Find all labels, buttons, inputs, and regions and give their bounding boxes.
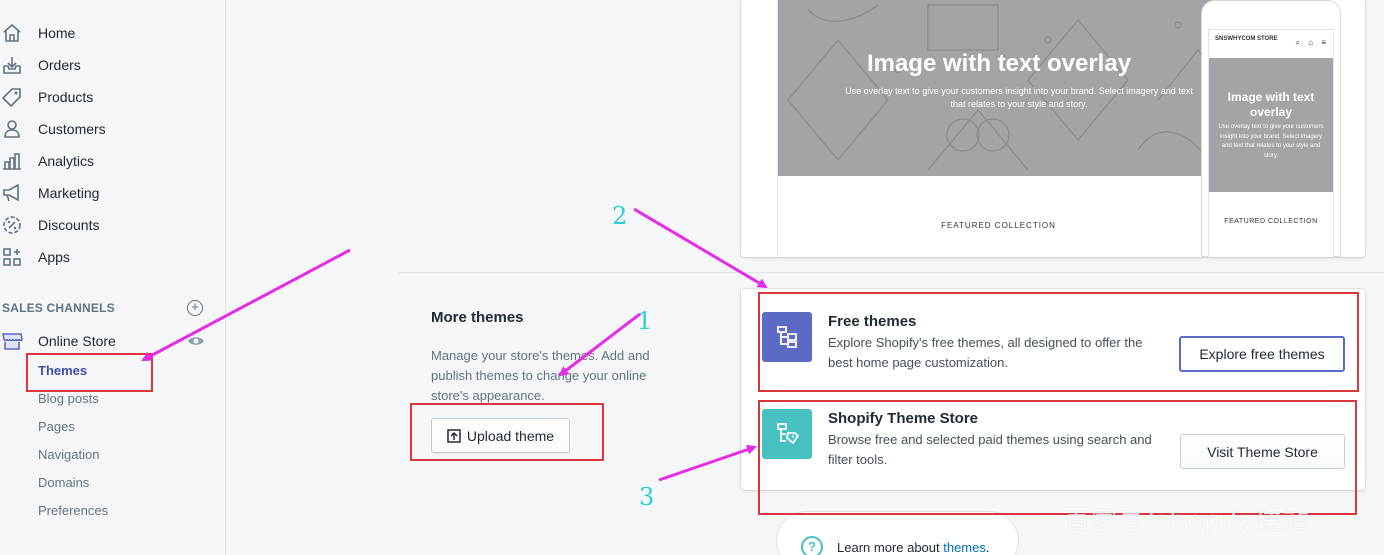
annotation-number-2: 2 (612, 202, 628, 230)
sidebar: Home Orders Products Customers Analytics… (0, 0, 226, 555)
tag-icon (0, 86, 24, 108)
highlight-box-free-themes (758, 292, 1359, 392)
desktop-preview: Image with text overlay Use overlay text… (777, 0, 1220, 257)
orders-icon (0, 54, 24, 76)
sidebar-item-label: Online Store (38, 333, 116, 349)
sidebar-item-customers[interactable]: Customers (0, 117, 220, 141)
home-icon (0, 22, 24, 44)
learn-more-prefix: Learn more about (837, 540, 944, 555)
highlight-box-themes (26, 353, 153, 392)
sidebar-item-apps[interactable]: Apps (0, 245, 220, 269)
hero-title: Image with text overlay (866, 50, 1132, 77)
featured-collection-heading: FEATURED COLLECTION (941, 221, 1056, 230)
sidebar-item-marketing[interactable]: Marketing (0, 181, 220, 205)
watermark: 百家号/shopify建站 (1064, 506, 1310, 536)
help-icon: ? (801, 536, 823, 555)
highlight-box-upload (410, 403, 604, 461)
mobile-hero-title: Image with text overlay (1227, 90, 1315, 119)
apps-icon (0, 246, 24, 268)
sidebar-item-products[interactable]: Products (0, 85, 220, 109)
sidebar-item-label: Apps (38, 249, 70, 265)
store-icon (0, 330, 24, 352)
sidebar-item-label: Home (38, 25, 76, 41)
hero-image: Image with text overlay Use overlay text… (778, 0, 1220, 176)
mobile-nav-icons: ⌕ ⌂ ≡ (1295, 38, 1329, 47)
annotation-number-1: 1 (637, 307, 653, 335)
sidebar-item-label: Analytics (38, 153, 95, 169)
sidebar-item-label: Marketing (38, 185, 100, 201)
more-themes-title: More themes (431, 309, 524, 326)
megaphone-icon (0, 182, 24, 204)
add-channel-icon[interactable]: + (187, 300, 203, 316)
learn-more-text: Learn more about themes. (837, 540, 990, 555)
learn-more-suffix: . (985, 540, 990, 555)
sidebar-item-discounts[interactable]: Discounts (0, 213, 220, 237)
discount-icon (0, 214, 24, 236)
sidebar-item-label: Orders (38, 57, 81, 73)
themes-link[interactable]: themes (943, 540, 986, 555)
sidebar-item-label: Discounts (38, 217, 100, 233)
sidebar-item-orders[interactable]: Orders (0, 53, 220, 77)
sidebar-item-label: Customers (38, 121, 106, 137)
person-icon (0, 118, 24, 140)
sidebar-item-home[interactable]: Home (0, 21, 220, 45)
mobile-hero: Image with text overlay Use overlay text… (1209, 58, 1333, 192)
section-divider (399, 272, 1384, 273)
mobile-featured-heading: FEATURED COLLECTION (1224, 218, 1318, 225)
store-brand: SNSWHYCOM STORE (1215, 36, 1278, 42)
sidebar-sub-navigation[interactable]: Navigation (38, 447, 99, 462)
mobile-hero-subtitle: Use overlay text to give your customers … (1218, 124, 1324, 159)
sidebar-item-label: Products (38, 89, 94, 105)
bar-chart-icon (0, 150, 24, 172)
sidebar-sub-preferences[interactable]: Preferences (38, 503, 108, 518)
hero-subtitle: Use overlay text to give your customers … (845, 86, 1193, 109)
sidebar-sub-blog-posts[interactable]: Blog posts (38, 391, 99, 406)
sidebar-sub-pages[interactable]: Pages (38, 419, 75, 434)
theme-preview-card: Image with text overlay Use overlay text… (741, 0, 1365, 257)
mobile-preview: SNSWHYCOM STORE ⌕ ⌂ ≡ Image with text ov… (1201, 0, 1341, 257)
highlight-box-theme-store (758, 400, 1357, 515)
sidebar-sub-domains[interactable]: Domains (38, 475, 89, 490)
annotation-number-3: 3 (639, 483, 655, 511)
sidebar-item-analytics[interactable]: Analytics (0, 149, 220, 173)
eye-icon[interactable] (187, 334, 205, 352)
learn-more-box: ? Learn more about themes. (776, 511, 1019, 555)
mobile-screen: SNSWHYCOM STORE ⌕ ⌂ ≡ Image with text ov… (1208, 29, 1334, 257)
more-themes-description: Manage your store's themes. Add and publ… (431, 348, 650, 403)
sales-channels-title: SALES CHANNELS (2, 301, 115, 315)
